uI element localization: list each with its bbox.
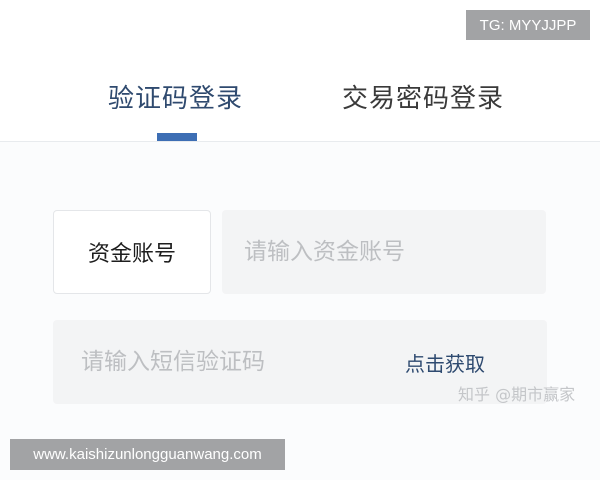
tab-trade-password-login[interactable]: 交易密码登录 (342, 78, 504, 115)
tab-sms-code-login[interactable]: 验证码登录 (108, 78, 243, 115)
tg-watermark: TG: MYYJJPP (466, 10, 590, 40)
get-code-button[interactable]: 点击获取 (405, 348, 485, 377)
account-label: 资金账号 (53, 210, 211, 294)
active-tab-indicator (157, 133, 197, 141)
form-area (0, 142, 600, 480)
site-watermark: www.kaishizunlongguanwang.com (10, 439, 285, 470)
account-input[interactable] (222, 210, 546, 294)
zhihu-watermark: 知乎 @期市赢家 (458, 385, 576, 404)
tab-divider (0, 141, 600, 142)
sms-code-input[interactable] (53, 320, 383, 404)
